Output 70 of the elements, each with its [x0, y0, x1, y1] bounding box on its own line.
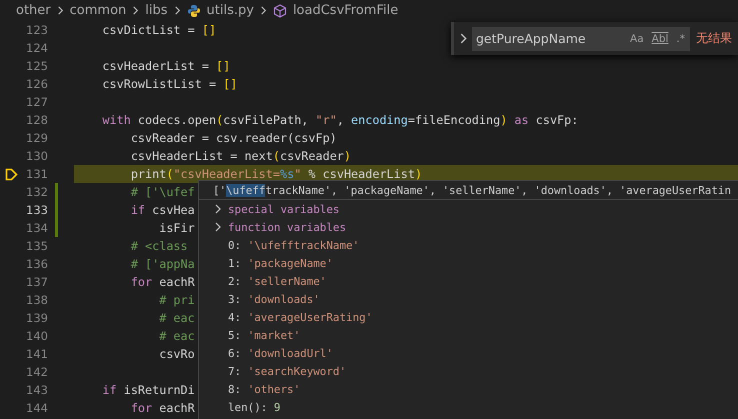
variable-item[interactable]: 1: 'packageName'	[228, 256, 333, 270]
line-number: 137	[25, 275, 48, 289]
variable-item[interactable]: 2: 'sellerName'	[228, 274, 326, 288]
search-option-toggle[interactable]: .*	[675, 32, 686, 46]
breadcrumb-item[interactable]: loadCsvFromFile	[292, 3, 398, 18]
code-line: # eac	[158, 311, 195, 325]
search-option-toggle[interactable]: Abl	[650, 32, 670, 46]
line-number: 129	[25, 131, 48, 145]
chevron-icon	[131, 6, 140, 15]
breadcrumb-item[interactable]: libs	[145, 3, 168, 18]
code-line: csvHeaderList = next(csvReader)	[130, 149, 352, 163]
code-line: csvRo	[158, 347, 195, 361]
code-line: # eac	[158, 329, 195, 343]
code-line: if isReturnDi	[101, 383, 195, 397]
chevron-icon	[258, 6, 268, 15]
search-field[interactable]: getPureAppName Aa Abl .*	[472, 26, 690, 50]
line-number: 140	[25, 329, 48, 343]
code-line: csvDictList = []	[101, 23, 216, 37]
code-line: csvReader = csv.reader(csvFp)	[130, 131, 337, 145]
line-number: 139	[25, 311, 48, 325]
line-number: 142	[25, 365, 48, 379]
line-number: 144	[25, 401, 48, 415]
code-line: # ['appNa	[130, 257, 195, 271]
variable-group[interactable]: function variables	[199, 218, 738, 236]
chevron-icon	[56, 6, 65, 15]
line-number: 134	[25, 221, 48, 235]
line-number: 124	[25, 41, 48, 55]
code-line: if csvHea	[130, 203, 195, 217]
variable-item[interactable]: 3: 'downloads'	[228, 292, 320, 306]
line-number: 130	[25, 149, 48, 163]
line-number: 123	[25, 23, 48, 37]
line-number: 141	[25, 347, 48, 361]
line-number: 133	[25, 203, 48, 217]
breadcrumb-item[interactable]: utils.py	[206, 3, 254, 18]
code-line: # ['\ufef	[130, 185, 195, 199]
chevron-icon	[172, 6, 182, 15]
line-number: 132	[25, 185, 48, 199]
no-results-text: 无结果	[696, 30, 732, 47]
line-number: 131	[25, 167, 48, 181]
line-number: 125	[25, 59, 48, 73]
variable-item[interactable]: 5: 'market'	[228, 328, 300, 342]
code-line: for eachR	[130, 401, 195, 415]
code-line: csvRowListList = []	[101, 77, 238, 91]
variable-item[interactable]: 8: 'others'	[228, 382, 300, 396]
line-number: 136	[25, 257, 48, 271]
variable-item[interactable]: 4: 'averageUserRating'	[228, 310, 372, 324]
line-number: 127	[25, 95, 48, 109]
breadcrumb-item[interactable]: other	[16, 3, 51, 18]
line-number: 128	[25, 113, 48, 127]
variable-item[interactable]: 0: '\ufefftrackName'	[228, 238, 360, 252]
variable-item[interactable]: 7: 'searchKeyword'	[228, 364, 346, 378]
line-number: 138	[25, 293, 48, 307]
code-line: print("csvHeaderList=%s" % csvHeaderList)	[130, 167, 422, 181]
variable-item[interactable]: 6: 'downloadUrl'	[228, 346, 333, 360]
length-item: len(): 9	[228, 400, 280, 414]
line-number: 126	[25, 77, 48, 91]
code-line: isFir	[158, 221, 195, 235]
variable-group[interactable]: special variables	[199, 200, 738, 218]
line-number: 143	[25, 383, 48, 397]
python-file-icon	[186, 4, 201, 18]
cube-icon	[272, 4, 287, 18]
code-line: # <class	[130, 239, 188, 253]
value-preview: ['\ufefftrackName', 'packageName', 'sellerName', 'downloads', 'averageUserRatin	[213, 184, 731, 196]
search-option-toggle[interactable]: Aa	[629, 32, 645, 46]
breadcrumb-item[interactable]: common	[70, 3, 126, 18]
line-number: 135	[25, 239, 48, 253]
code-line: # pri	[158, 293, 195, 307]
code-line: for eachR	[130, 275, 195, 289]
code-line: with codecs.open(csvFilePath, "r", encoding=fileEncoding) as csvFp:	[101, 113, 578, 127]
code-line: csvHeaderList = []	[101, 59, 230, 73]
